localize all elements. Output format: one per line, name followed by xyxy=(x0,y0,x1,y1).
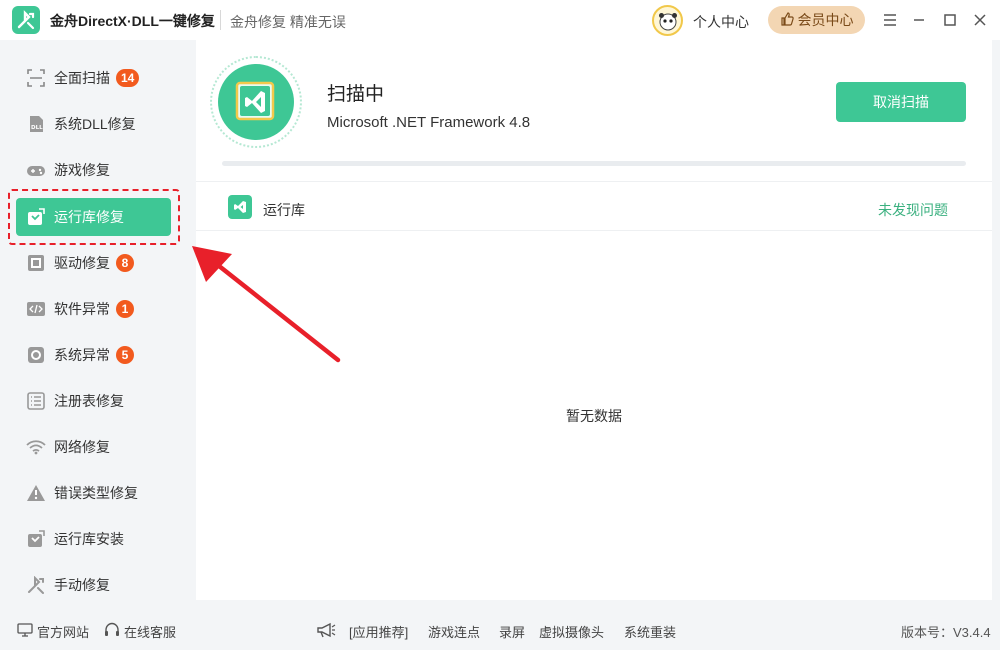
sidebar-item-game-repair[interactable]: 游戏修复 xyxy=(16,151,171,189)
user-avatar[interactable] xyxy=(652,5,683,36)
list-item-status: 未发现问题 xyxy=(878,202,948,218)
scan-icon xyxy=(26,68,46,88)
thumbs-up-icon xyxy=(780,11,794,29)
sidebar-item-label: 全面扫描 xyxy=(54,70,110,86)
app-slogan: 金舟修复 精准无误 xyxy=(230,14,346,30)
footer-link-system-reinstall[interactable]: 系统重装 xyxy=(624,622,676,641)
scan-title: 扫描中 xyxy=(327,84,385,105)
title-bar: 金舟DirectX·DLL一键修复 金舟修复 精准无误 个人中心 会员中心 xyxy=(0,0,1000,40)
sidebar-item-full-scan[interactable]: 全面扫描 14 xyxy=(16,59,171,97)
sidebar-item-system-exception[interactable]: 系统异常 5 xyxy=(16,336,171,374)
sidebar-item-error-type-repair[interactable]: 错误类型修复 xyxy=(16,474,171,512)
app-logo-icon xyxy=(12,6,40,34)
issue-count-badge: 14 xyxy=(116,69,140,87)
sidebar-item-label: 网络修复 xyxy=(54,439,110,455)
runtime-icon xyxy=(26,207,46,227)
monitor-icon xyxy=(17,623,33,640)
sidebar-item-label: 系统DLL修复 xyxy=(54,116,136,132)
footer-link-virtual-camera[interactable]: 虚拟摄像头 xyxy=(539,622,604,641)
vip-center-label: 会员中心 xyxy=(797,12,854,28)
sidebar-item-label: 系统异常 xyxy=(54,347,110,363)
official-website-link[interactable]: 官方网站 xyxy=(17,622,89,641)
issue-count-badge: 8 xyxy=(116,254,134,272)
warning-icon xyxy=(26,483,46,503)
sidebar-item-label: 注册表修复 xyxy=(54,393,124,409)
footer: 官方网站 在线客服 [应用推荐] 游戏连点 录屏 虚拟摄像头 系统重装 版本号：… xyxy=(0,610,1000,650)
menu-icon[interactable] xyxy=(879,9,901,31)
issue-count-badge: 1 xyxy=(116,300,134,318)
sidebar-item-registry-repair[interactable]: 注册表修复 xyxy=(16,382,171,420)
official-website-label: 官方网站 xyxy=(37,625,90,640)
runtime-library-icon xyxy=(228,195,252,219)
vip-center-button[interactable]: 会员中心 xyxy=(768,6,865,34)
dll-icon: DLL xyxy=(26,114,46,134)
install-icon xyxy=(26,529,46,549)
app-recommend-label: [应用推荐] xyxy=(349,625,409,640)
code-icon xyxy=(26,299,46,319)
driver-icon xyxy=(26,253,46,273)
personal-center-link[interactable]: 个人中心 xyxy=(693,12,749,32)
scan-current-item: Microsoft .NET Framework 4.8 xyxy=(327,114,531,131)
list-item-label: 运行库 xyxy=(263,202,305,218)
sidebar: 全面扫描 14 DLL 系统DLL修复 游戏修复 运行库修复 驱动修复 8 软件… xyxy=(0,40,188,610)
sidebar-item-label: 游戏修复 xyxy=(54,162,110,178)
maximize-icon[interactable] xyxy=(939,9,961,31)
sidebar-item-network-repair[interactable]: 网络修复 xyxy=(16,428,171,466)
sidebar-item-label: 错误类型修复 xyxy=(54,485,138,501)
svg-text:DLL: DLL xyxy=(31,125,43,131)
headset-icon xyxy=(104,622,120,641)
sidebar-item-system-dll[interactable]: DLL 系统DLL修复 xyxy=(16,105,171,143)
scan-header: 扫描中 Microsoft .NET Framework 4.8 取消扫描 xyxy=(196,40,992,182)
title-divider xyxy=(220,10,221,30)
app-title: 金舟DirectX·DLL一键修复 xyxy=(50,13,215,29)
cancel-scan-button[interactable]: 取消扫描 xyxy=(836,82,966,122)
close-icon[interactable] xyxy=(969,9,991,31)
wrench-icon xyxy=(26,575,46,595)
list-icon xyxy=(26,391,46,411)
list-item[interactable]: 运行库 未发现问题 xyxy=(196,183,992,231)
minimize-icon[interactable] xyxy=(908,9,930,31)
empty-state-text: 暂无数据 xyxy=(566,408,622,424)
sidebar-item-label: 软件异常 xyxy=(54,301,110,317)
sidebar-item-runtime-install[interactable]: 运行库安装 xyxy=(16,520,171,558)
scan-status-badge xyxy=(210,56,302,148)
sidebar-item-label: 运行库安装 xyxy=(54,531,124,547)
sidebar-item-runtime-repair[interactable]: 运行库修复 xyxy=(16,198,171,236)
online-support-label: 在线客服 xyxy=(124,625,177,640)
gear-icon xyxy=(26,345,46,365)
gamepad-icon xyxy=(26,160,46,180)
sidebar-item-manual-repair[interactable]: 手动修复 xyxy=(16,566,171,604)
footer-link-screen-record[interactable]: 录屏 xyxy=(499,622,525,641)
scan-progress-bar xyxy=(222,161,966,166)
sidebar-item-label: 运行库修复 xyxy=(54,209,124,225)
megaphone-icon xyxy=(316,622,336,638)
online-support-link[interactable]: 在线客服 xyxy=(104,622,176,641)
sidebar-item-label: 驱动修复 xyxy=(54,255,110,271)
sidebar-item-driver-repair[interactable]: 驱动修复 8 xyxy=(16,244,171,282)
issue-count-badge: 5 xyxy=(116,346,134,364)
footer-link-auto-clicker[interactable]: 游戏连点 xyxy=(428,622,480,641)
version-text: 版本号：V3.4.4 xyxy=(901,625,991,640)
main-panel: 扫描中 Microsoft .NET Framework 4.8 取消扫描 运行… xyxy=(196,40,992,600)
wifi-icon xyxy=(26,437,46,457)
sidebar-item-label: 手动修复 xyxy=(54,577,110,593)
visual-studio-icon xyxy=(218,64,294,140)
sidebar-item-software-exception[interactable]: 软件异常 1 xyxy=(16,290,171,328)
